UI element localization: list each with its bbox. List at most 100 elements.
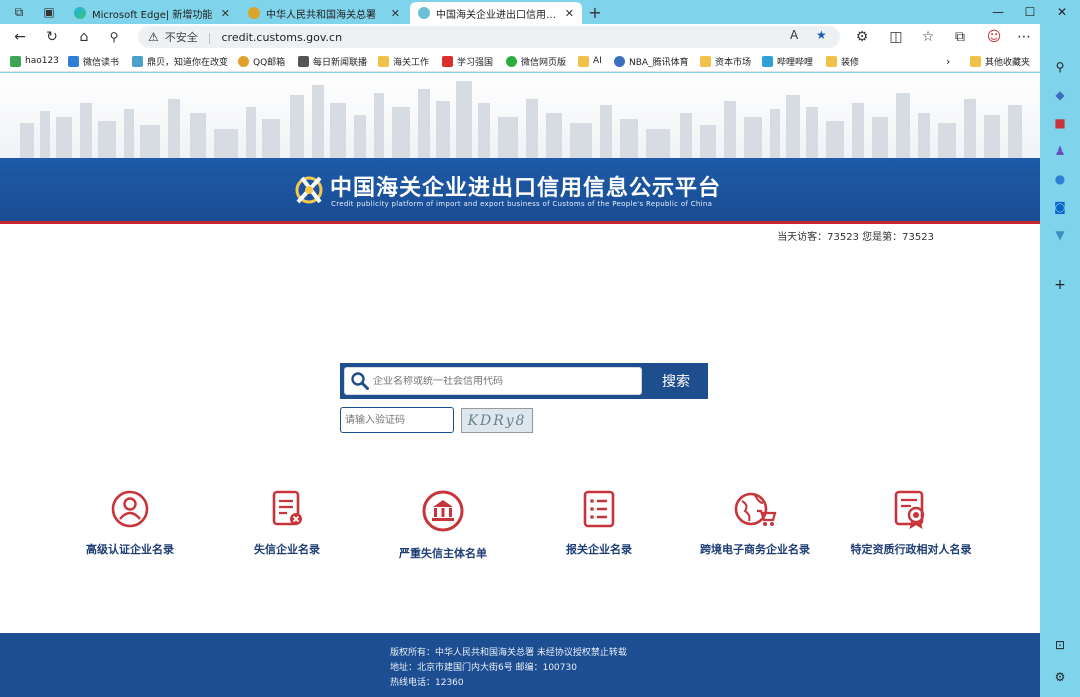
category-special-qualification[interactable]: 特定资质行政相对人名录 <box>826 489 996 569</box>
bookmark-other[interactable]: 其他收藏夹 <box>970 53 1030 69</box>
category-label: 失信企业名录 <box>254 543 320 556</box>
favorites-icon[interactable]: ☆ <box>918 28 938 46</box>
site-banner: 中国海关企业进出口信用信息公示平台 Credit publicity platf… <box>0 158 1040 224</box>
search-icon[interactable]: ⚲ <box>1051 58 1069 76</box>
minimize-button[interactable]: — <box>980 2 1016 22</box>
bookmark-icon <box>298 55 309 67</box>
search-panel: 搜索 <box>340 363 708 399</box>
page-subtitle: Credit publicity platform of import and … <box>331 200 713 208</box>
security-label: 不安全 <box>164 31 198 44</box>
captcha-image[interactable]: KDRy8 <box>461 408 533 433</box>
maximize-button[interactable]: ☐ <box>1012 2 1048 22</box>
category-customs-broker[interactable]: 报关企业名录 <box>514 489 684 569</box>
avatar[interactable]: ☺ <box>984 28 1004 46</box>
more-icon[interactable]: ⋯ <box>1014 28 1034 46</box>
bookmark-item[interactable]: 资本市场 <box>700 53 751 69</box>
bookmarks-bar: hao123 微信读书 鼎贝，知道你在改变 QQ邮箱 每日新闻联播 海关工作 学… <box>0 50 1040 72</box>
bookmark-icon <box>68 55 79 67</box>
bookmark-icon <box>132 55 143 67</box>
bookmark-item[interactable]: 每日新闻联播 <box>298 53 367 69</box>
workspaces-icon[interactable]: ⧉ <box>10 3 28 21</box>
category-cross-border-ecommerce[interactable]: 跨境电子商务企业名录 <box>670 489 840 569</box>
category-dishonest[interactable]: 失信企业名录 <box>202 489 372 569</box>
extensions-icon[interactable]: ⚙ <box>852 28 872 46</box>
url-text[interactable]: credit.customs.gov.cn <box>221 31 342 44</box>
bookmark-item[interactable]: 鼎贝，知道你在改变 <box>132 53 228 69</box>
new-tab-button[interactable]: + <box>586 3 604 22</box>
document-x-icon <box>272 490 302 526</box>
skyline-graphic <box>0 73 1040 159</box>
close-window-button[interactable]: ✕ <box>1044 2 1080 22</box>
tag-icon[interactable]: ◆ <box>1051 86 1069 104</box>
footer-address: 地址：北京市建国门内大街6号 邮编：100730 <box>390 663 577 673</box>
footer-hotline: 热线电话：12360 <box>390 678 464 688</box>
bookmark-item[interactable]: 哔哩哔哩 <box>762 53 813 69</box>
tools-icon[interactable]: ■ <box>1051 114 1069 132</box>
bookmark-item[interactable]: 微信网页版 <box>506 53 566 69</box>
bookmark-item[interactable]: AI <box>578 53 602 69</box>
collections-icon[interactable]: ⧉ <box>950 28 970 46</box>
page-title: 中国海关企业进出口信用信息公示平台 <box>330 176 722 201</box>
back-icon[interactable]: ← <box>10 28 30 46</box>
visitor-counter: 当天访客：73523 您是第：73523 <box>777 232 934 243</box>
screenshot-icon[interactable]: ⊡ <box>1051 636 1069 654</box>
bookmark-icon <box>238 55 249 67</box>
bookmark-item[interactable]: 海关工作 <box>378 53 429 69</box>
address-bar[interactable]: ⚠ 不安全 | credit.customs.gov.cn A ★ <box>138 26 840 48</box>
person-icon <box>111 490 149 528</box>
bookmark-icon <box>10 55 21 67</box>
refresh-icon[interactable]: ↻ <box>42 28 62 46</box>
close-icon[interactable]: ✕ <box>391 7 400 20</box>
close-icon[interactable]: ✕ <box>221 7 230 20</box>
people-icon[interactable]: ♟ <box>1051 142 1069 160</box>
footer-copyright: 版权所有：中华人民共和国海关总署 未经协议授权禁止转载 <box>390 648 627 658</box>
address-toolbar: ← ↻ ⌂ ⚲ ⚠ 不安全 | credit.customs.gov.cn A … <box>0 24 1040 50</box>
tab-bar: ⧉ ▣ Microsoft Edge| 新增功能 ✕ 中华人民共和国海关总署 ✕… <box>0 0 1080 24</box>
search-icon[interactable]: ⚲ <box>104 28 124 46</box>
bookmark-item[interactable]: 微信读书 <box>68 53 119 69</box>
bookmark-item[interactable]: hao123 <box>10 53 59 69</box>
tab-actions-icon[interactable]: ▣ <box>40 3 58 21</box>
shopping-icon[interactable]: ▼ <box>1051 226 1069 244</box>
bilibili-icon <box>762 55 773 67</box>
read-aloud-icon[interactable]: A <box>790 28 798 42</box>
bookmark-item[interactable]: 学习强国 <box>442 53 493 69</box>
folder-icon <box>970 55 981 67</box>
captcha-input[interactable] <box>340 407 454 433</box>
home-icon[interactable]: ⌂ <box>74 28 94 46</box>
folder-icon <box>700 55 711 67</box>
bookmark-item[interactable]: QQ邮箱 <box>238 53 285 69</box>
tab-customs[interactable]: 中华人民共和国海关总署 ✕ <box>240 2 408 24</box>
category-label: 严重失信主体名单 <box>399 547 487 560</box>
globe-cart-icon <box>734 492 777 526</box>
list-icon <box>583 490 615 528</box>
split-screen-icon[interactable]: ◫ <box>886 28 906 46</box>
add-icon[interactable]: + <box>1051 276 1069 294</box>
folder-icon <box>378 55 389 67</box>
page-footer: 版权所有：中华人民共和国海关总署 未经协议授权禁止转载 地址：北京市建国门内大街… <box>0 633 1040 697</box>
chevron-right-icon[interactable]: › <box>946 53 950 69</box>
customs-emblem-icon <box>248 7 260 19</box>
credit-site-icon <box>418 7 430 19</box>
search-button[interactable]: 搜索 <box>644 363 708 399</box>
certificate-icon <box>894 490 925 529</box>
gear-icon[interactable]: ⚙ <box>1051 668 1069 686</box>
favorite-star-icon[interactable]: ★ <box>816 28 827 42</box>
outlook-icon[interactable]: ◙ <box>1051 198 1069 216</box>
separator: | <box>207 30 212 44</box>
wechat-icon <box>506 55 517 67</box>
warning-icon: ⚠ <box>148 30 159 44</box>
tab-credit[interactable]: 中国海关企业进出口信用信息公示 ✕ <box>410 2 582 24</box>
search-icon <box>351 372 369 390</box>
search-input[interactable] <box>373 375 633 387</box>
tab-edge-new[interactable]: Microsoft Edge| 新增功能 ✕ <box>66 2 238 24</box>
category-advanced-certified[interactable]: 高级认证企业名录 <box>45 489 215 569</box>
close-icon[interactable]: ✕ <box>565 7 574 20</box>
bookmark-icon <box>614 55 625 67</box>
bookmark-item[interactable]: NBA_腾讯体育 <box>614 53 689 69</box>
search-field[interactable] <box>344 367 642 395</box>
bookmark-item[interactable]: 装修 <box>826 53 859 69</box>
category-seriously-dishonest[interactable]: 严重失信主体名单 <box>358 489 528 569</box>
games-icon[interactable]: ● <box>1051 170 1069 188</box>
category-label: 高级认证企业名录 <box>86 543 174 556</box>
